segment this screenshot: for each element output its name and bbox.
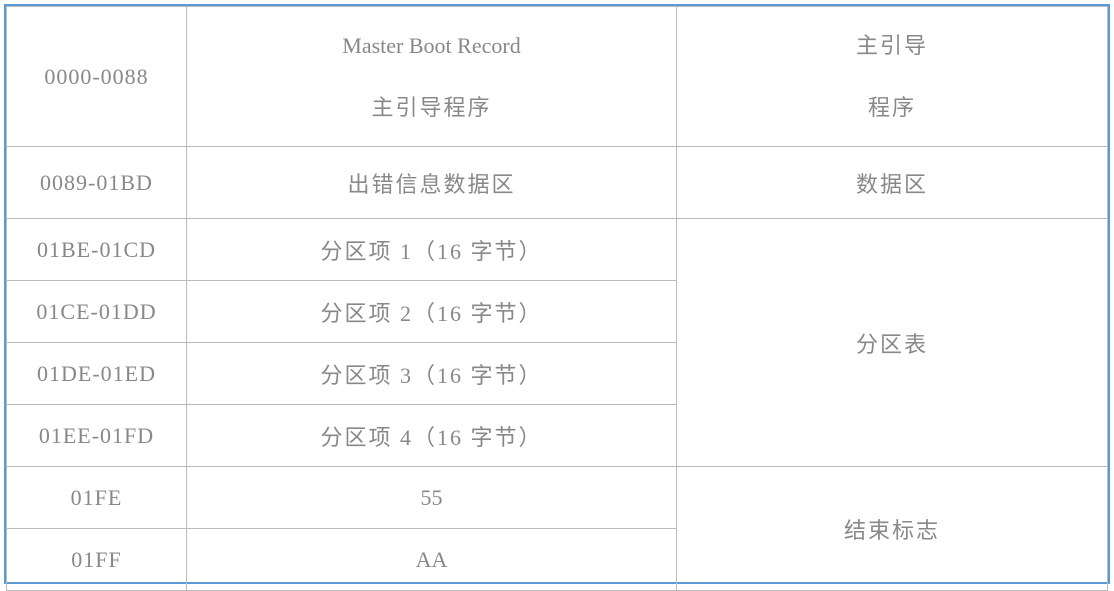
content-cell: Master Boot Record 主引导程序 (187, 7, 677, 147)
content-cell: AA (187, 529, 677, 591)
offset-cell: 0000-0088 (7, 7, 187, 147)
category-cell: 数据区 (677, 147, 1108, 219)
content-english: Master Boot Record (195, 15, 668, 77)
table-row: 0000-0088 Master Boot Record 主引导程序 主引导 程… (7, 7, 1108, 147)
table-row: 01FE 55 结束标志 (7, 467, 1108, 529)
category-cell-endmark: 结束标志 (677, 467, 1108, 591)
offset-cell: 0089-01BD (7, 147, 187, 219)
offset-cell: 01EE-01FD (7, 405, 187, 467)
table-row: 0089-01BD 出错信息数据区 数据区 (7, 147, 1108, 219)
offset-cell: 01CE-01DD (7, 281, 187, 343)
table: 0000-0088 Master Boot Record 主引导程序 主引导 程… (6, 6, 1108, 591)
content-cell: 分区项 1（16 字节） (187, 219, 677, 281)
category-cell: 主引导 程序 (677, 7, 1108, 147)
offset-cell: 01FF (7, 529, 187, 591)
content-cell: 分区项 2（16 字节） (187, 281, 677, 343)
content-cell: 分区项 3（16 字节） (187, 343, 677, 405)
content-cell: 出错信息数据区 (187, 147, 677, 219)
mbr-structure-table: 0000-0088 Master Boot Record 主引导程序 主引导 程… (4, 4, 1110, 584)
offset-cell: 01FE (7, 467, 187, 529)
category-line2: 程序 (685, 77, 1099, 139)
category-line1: 主引导 (685, 15, 1099, 77)
content-cell: 分区项 4（16 字节） (187, 405, 677, 467)
offset-cell: 01DE-01ED (7, 343, 187, 405)
table-row: 01BE-01CD 分区项 1（16 字节） 分区表 (7, 219, 1108, 281)
offset-cell: 01BE-01CD (7, 219, 187, 281)
content-chinese: 主引导程序 (195, 77, 668, 139)
content-cell: 55 (187, 467, 677, 529)
category-cell-partition: 分区表 (677, 219, 1108, 467)
